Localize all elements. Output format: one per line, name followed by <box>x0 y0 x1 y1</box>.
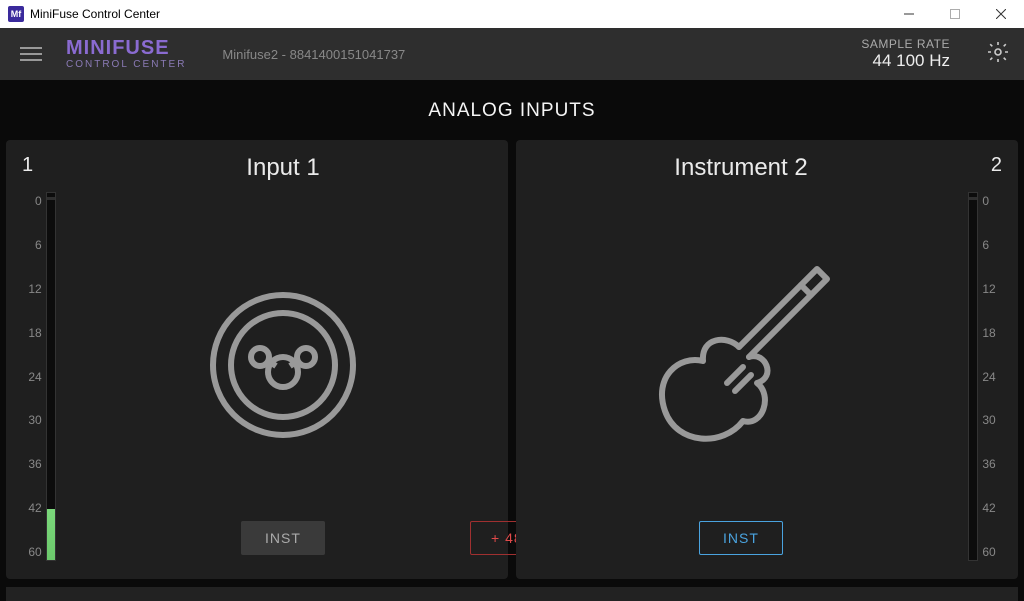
app-root: MINIFUSE CONTROL CENTER Minifuse2 - 8841… <box>0 28 1024 601</box>
meter-fill-1 <box>47 509 55 560</box>
combo-jack-icon <box>198 208 368 521</box>
settings-button[interactable] <box>986 40 1010 69</box>
logo-main: MINIFUSE <box>66 38 186 58</box>
meter-right: 2 0612182430364260 <box>956 154 1008 561</box>
meter-ticks-left: 0612182430364260 <box>28 192 41 561</box>
footer-strip <box>6 587 1018 601</box>
inst-button-1[interactable]: INST <box>241 521 325 555</box>
channel-number-1: 1 <box>16 154 68 180</box>
logo-sub: CONTROL CENTER <box>66 60 186 70</box>
sample-rate-label: SAMPLE RATE <box>861 37 950 51</box>
window-maximize-button[interactable] <box>932 0 978 28</box>
guitar-icon <box>631 208 851 521</box>
meter-bar-2 <box>968 192 978 561</box>
input-title-2: Instrument 2 <box>674 154 807 182</box>
input-panel-2: Instrument 2 INST 2 <box>516 140 1018 579</box>
app-header: MINIFUSE CONTROL CENTER Minifuse2 - 8841… <box>0 28 1024 80</box>
window-titlebar: Mf MiniFuse Control Center <box>0 0 1024 28</box>
channel-number-2: 2 <box>956 154 1008 180</box>
sample-rate-value: 44 100 Hz <box>861 51 950 71</box>
meter-left: 1 0612182430364260 <box>16 154 68 561</box>
app-logo: MINIFUSE CONTROL CENTER <box>66 38 186 70</box>
window-close-button[interactable] <box>978 0 1024 28</box>
sample-rate: SAMPLE RATE 44 100 Hz <box>861 37 950 71</box>
meter-ticks-right: 0612182430364260 <box>982 192 995 561</box>
input-title-1: Input 1 <box>246 154 319 182</box>
menu-button[interactable] <box>14 41 48 67</box>
device-name: Minifuse2 - 8841400151041737 <box>222 47 405 62</box>
window-title: MiniFuse Control Center <box>30 7 160 21</box>
panels: 1 0612182430364260 Input 1 <box>0 140 1024 587</box>
meter-bar-1 <box>46 192 56 561</box>
section-title: ANALOG INPUTS <box>0 80 1024 140</box>
app-icon: Mf <box>8 6 24 22</box>
window-minimize-button[interactable] <box>886 0 932 28</box>
inst-button-2[interactable]: INST <box>699 521 783 555</box>
input-panel-1: 1 0612182430364260 Input 1 <box>6 140 508 579</box>
